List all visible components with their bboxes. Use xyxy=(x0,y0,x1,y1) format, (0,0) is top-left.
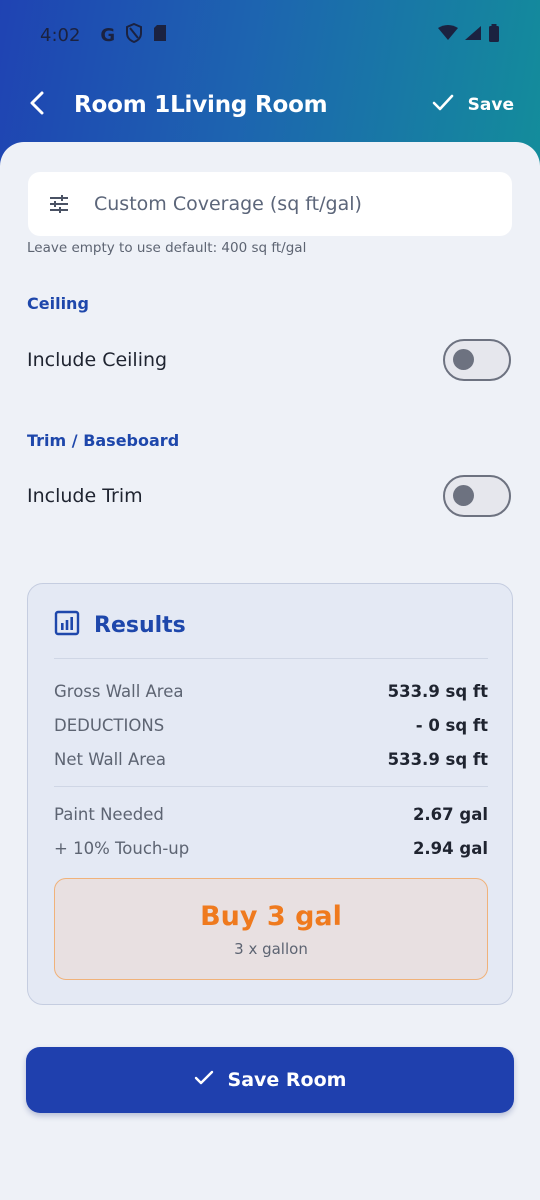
switch-knob xyxy=(453,485,474,506)
results-divider xyxy=(54,786,488,787)
back-button[interactable] xyxy=(0,70,74,140)
battery-icon xyxy=(488,23,500,47)
bar-chart-icon xyxy=(54,610,80,640)
result-label: DEDUCTIONS xyxy=(54,715,165,735)
status-right xyxy=(438,23,500,47)
coverage-placeholder: Custom Coverage (sq ft/gal) xyxy=(94,193,362,215)
switch-knob xyxy=(453,349,474,370)
include-ceiling-switch[interactable] xyxy=(443,339,511,381)
status-bar: 4:02 G xyxy=(0,0,540,70)
result-value: 2.94 gal xyxy=(412,838,488,858)
deductions-row: DEDUCTIONS - 0 sq ft xyxy=(54,710,488,740)
result-label: Paint Needed xyxy=(54,804,164,824)
save-room-button[interactable]: Save Room xyxy=(26,1047,514,1113)
vpn-shield-icon xyxy=(125,22,143,48)
ceiling-section-title: Ceiling xyxy=(27,294,89,313)
status-time: 4:02 xyxy=(40,24,81,46)
page-title: Room 1Living Room xyxy=(74,92,328,118)
signal-icon xyxy=(464,25,482,46)
sd-card-icon xyxy=(153,24,167,47)
ceiling-toggle-row: Include Ceiling xyxy=(27,335,511,385)
buy-amount: Buy 3 gal xyxy=(200,900,342,932)
buy-recommendation: Buy 3 gal 3 x gallon xyxy=(54,878,488,980)
coverage-helper-text: Leave empty to use default: 400 sq ft/ga… xyxy=(27,240,307,256)
include-ceiling-label: Include Ceiling xyxy=(27,349,168,371)
app-bar: Room 1Living Room Save xyxy=(0,70,540,140)
gross-wall-area-row: Gross Wall Area 533.9 sq ft xyxy=(54,676,488,706)
check-icon xyxy=(194,1069,214,1091)
results-card: Results Gross Wall Area 533.9 sq ft DEDU… xyxy=(27,583,513,1005)
paint-needed-row: Paint Needed 2.67 gal xyxy=(54,799,488,829)
include-trim-label: Include Trim xyxy=(27,485,143,507)
results-divider xyxy=(54,658,488,659)
include-trim-switch[interactable] xyxy=(443,475,511,517)
result-value: 533.9 sq ft xyxy=(387,749,488,769)
result-value: 533.9 sq ft xyxy=(387,681,488,701)
save-button[interactable]: Save xyxy=(432,94,514,117)
tune-icon xyxy=(28,195,90,213)
buy-breakdown: 3 x gallon xyxy=(234,939,308,958)
result-label: Net Wall Area xyxy=(54,749,166,769)
content-sheet: Custom Coverage (sq ft/gal) Leave empty … xyxy=(0,142,540,1200)
trim-toggle-row: Include Trim xyxy=(27,471,511,521)
wifi-icon xyxy=(438,24,458,46)
check-icon xyxy=(432,94,454,117)
net-wall-area-row: Net Wall Area 533.9 sq ft xyxy=(54,744,488,774)
save-room-label: Save Room xyxy=(227,1069,347,1091)
result-value: 2.67 gal xyxy=(412,804,488,824)
results-header: Results xyxy=(54,610,186,640)
results-title: Results xyxy=(94,612,186,638)
custom-coverage-input[interactable]: Custom Coverage (sq ft/gal) xyxy=(28,172,512,236)
result-label: Gross Wall Area xyxy=(54,681,184,701)
status-left: 4:02 G xyxy=(40,22,167,48)
trim-section-title: Trim / Baseboard xyxy=(27,431,180,450)
result-label: + 10% Touch-up xyxy=(54,838,190,858)
touch-up-row: + 10% Touch-up 2.94 gal xyxy=(54,833,488,863)
back-arrow-icon xyxy=(29,91,45,119)
result-value: - 0 sq ft xyxy=(415,715,488,735)
save-label: Save xyxy=(467,95,514,115)
google-icon: G xyxy=(100,24,116,46)
